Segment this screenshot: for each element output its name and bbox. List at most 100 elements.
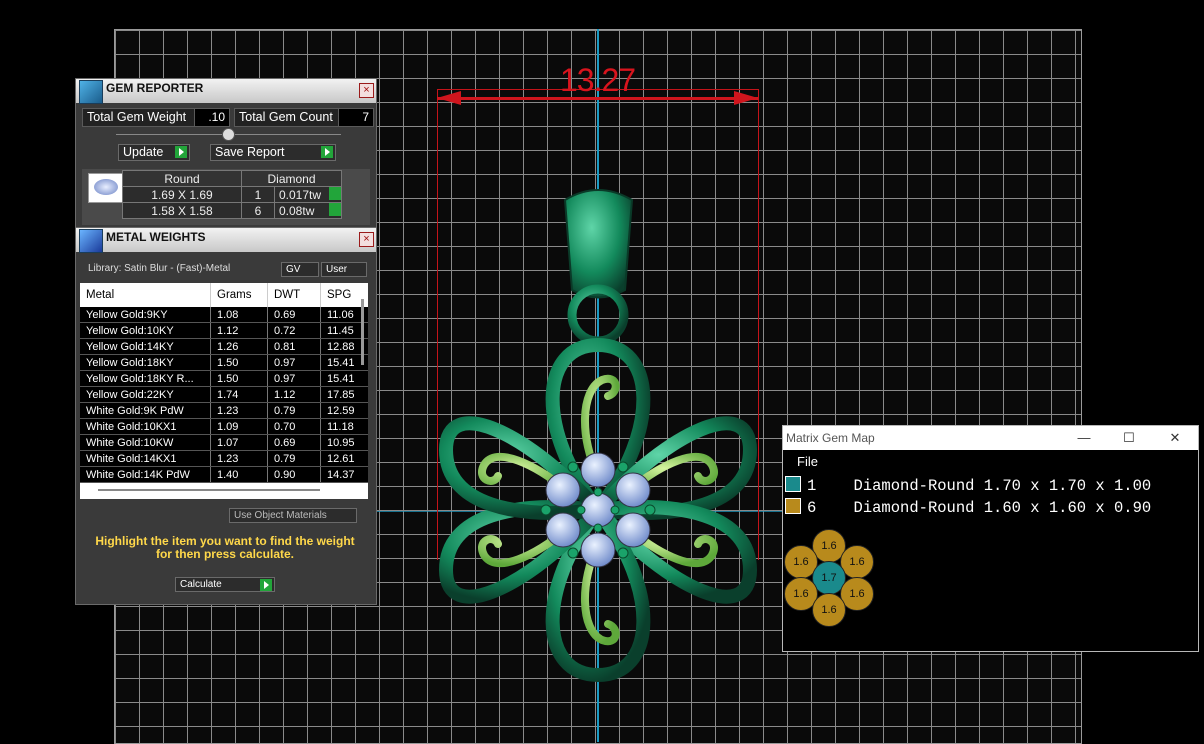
cell-grams: 1.50 bbox=[210, 370, 268, 387]
cell-dwt: 0.79 bbox=[267, 402, 321, 419]
save-report-label: Save Report bbox=[215, 145, 285, 159]
column-header-grams[interactable]: Grams bbox=[210, 283, 268, 307]
file-menu[interactable]: File bbox=[797, 454, 818, 469]
cell-grams: 1.23 bbox=[210, 402, 268, 419]
cell-spg: 11.18 bbox=[320, 418, 368, 435]
cell-grams: 1.26 bbox=[210, 338, 268, 355]
total-gem-count-value: 7 bbox=[338, 108, 374, 127]
cell-dwt: 0.97 bbox=[267, 354, 321, 371]
table-header: Metal Grams DWT SPG bbox=[80, 283, 368, 307]
table-row[interactable]: White Gold:14KX1 1.23 0.79 12.61 bbox=[80, 450, 368, 467]
cell-grams: 1.12 bbox=[210, 322, 268, 339]
gem-map-desc: Diamond-Round 1.60 x 1.60 x 0.90 bbox=[853, 499, 1152, 517]
cell-grams: 1.07 bbox=[210, 434, 268, 451]
update-button[interactable]: Update bbox=[118, 144, 190, 161]
cell-spg: 10.95 bbox=[320, 434, 368, 451]
cell-spg: 12.61 bbox=[320, 450, 368, 467]
user-toggle[interactable]: User bbox=[321, 262, 367, 277]
cell-metal: Yellow Gold:18KY R... bbox=[80, 370, 211, 387]
table-row[interactable]: Yellow Gold:9KY 1.08 0.69 11.06 bbox=[80, 307, 368, 323]
gem-size: 1.58 X 1.58 bbox=[122, 202, 242, 219]
cell-metal: Yellow Gold:18KY bbox=[80, 354, 211, 371]
cell-dwt: 0.69 bbox=[267, 434, 321, 451]
cell-metal: White Gold:10KW bbox=[80, 434, 211, 451]
swatch-gold bbox=[785, 498, 801, 514]
round-gem-icon bbox=[88, 173, 124, 203]
update-label: Update bbox=[123, 145, 164, 159]
close-icon[interactable]: ✕ bbox=[1166, 429, 1184, 447]
cell-dwt: 0.72 bbox=[267, 322, 321, 339]
maximize-icon[interactable]: ☐ bbox=[1120, 429, 1138, 447]
table-row[interactable]: Yellow Gold:22KY 1.74 1.12 17.85 bbox=[80, 386, 368, 403]
material-header: Diamond bbox=[241, 170, 342, 187]
cell-dwt: 0.79 bbox=[267, 450, 321, 467]
play-icon[interactable] bbox=[329, 203, 341, 216]
cell-dwt: 1.12 bbox=[267, 386, 321, 403]
cell-spg: 14.37 bbox=[320, 466, 368, 483]
cell-grams: 1.40 bbox=[210, 466, 268, 483]
cell-metal: Yellow Gold:22KY bbox=[80, 386, 211, 403]
close-icon[interactable]: × bbox=[359, 232, 374, 247]
gem-map-menubar: File bbox=[783, 450, 1198, 472]
play-icon bbox=[321, 146, 333, 158]
total-gem-weight-value: .10 bbox=[194, 108, 230, 127]
gem-count: 1 bbox=[241, 186, 275, 203]
table-row[interactable]: White Gold:14K PdW 1.40 0.90 14.37 bbox=[80, 466, 368, 483]
cell-metal: White Gold:14K PdW bbox=[80, 466, 211, 483]
gem-map-entry[interactable]: 6 Diamond-Round 1.60 x 1.60 x 0.90 bbox=[785, 498, 1152, 517]
metal-weights-title: METAL WEIGHTS bbox=[106, 230, 206, 244]
cell-metal: Yellow Gold:9KY bbox=[80, 307, 211, 323]
flower-pendant-model[interactable] bbox=[430, 180, 770, 695]
cell-dwt: 0.69 bbox=[267, 307, 321, 323]
play-icon[interactable] bbox=[329, 187, 341, 200]
play-icon bbox=[260, 579, 272, 591]
gem-reporter-titlebar[interactable]: GEM REPORTER × bbox=[76, 79, 376, 104]
close-icon[interactable]: × bbox=[359, 83, 374, 98]
gem-map-entry[interactable]: 1 Diamond-Round 1.70 x 1.70 x 1.00 bbox=[785, 476, 1152, 495]
gem-map-desc: Diamond-Round 1.70 x 1.70 x 1.00 bbox=[853, 477, 1152, 495]
minimize-icon[interactable]: — bbox=[1075, 429, 1093, 447]
total-gem-weight-label: Total Gem Weight bbox=[82, 108, 195, 127]
gem-map-titlebar[interactable]: Matrix Gem Map — ☐ ✕ bbox=[783, 426, 1198, 450]
dimension-label: 13.27 bbox=[560, 62, 636, 98]
column-header-metal[interactable]: Metal bbox=[80, 283, 211, 307]
gem-dot[interactable]: 1.6 bbox=[812, 593, 846, 627]
gem-reporter-title: GEM REPORTER bbox=[106, 81, 204, 95]
table-row[interactable]: White Gold:9K PdW 1.23 0.79 12.59 bbox=[80, 402, 368, 419]
cell-metal: White Gold:14KX1 bbox=[80, 450, 211, 467]
gem-map-count: 1 bbox=[807, 477, 817, 495]
gem-size: 1.69 X 1.69 bbox=[122, 186, 242, 203]
use-object-materials-checkbox[interactable]: Use Object Materials bbox=[229, 508, 357, 523]
cell-grams: 1.09 bbox=[210, 418, 268, 435]
calculate-button[interactable]: Calculate bbox=[175, 577, 275, 592]
horizontal-scrollbar[interactable] bbox=[98, 489, 320, 491]
gem-map-body: 1 Diamond-Round 1.70 x 1.70 x 1.00 6 Dia… bbox=[783, 472, 1198, 651]
scrollbar[interactable] bbox=[361, 299, 364, 365]
cell-metal: White Gold:10KX1 bbox=[80, 418, 211, 435]
swatch-teal bbox=[785, 476, 801, 492]
cell-spg: 15.41 bbox=[320, 370, 368, 387]
table-row[interactable]: White Gold:10KW 1.07 0.69 10.95 bbox=[80, 434, 368, 451]
gem-map-title: Matrix Gem Map bbox=[786, 431, 875, 445]
cell-spg: 12.59 bbox=[320, 402, 368, 419]
gv-toggle[interactable]: GV bbox=[281, 262, 319, 277]
column-header-dwt[interactable]: DWT bbox=[267, 283, 321, 307]
table-row[interactable]: Yellow Gold:18KY 1.50 0.97 15.41 bbox=[80, 354, 368, 371]
table-row[interactable]: Yellow Gold:10KY 1.12 0.72 11.45 bbox=[80, 322, 368, 339]
table-row[interactable]: 1.69 X 1.69 1 0.017tw bbox=[122, 186, 342, 203]
metal-weights-table[interactable]: Metal Grams DWT SPG Yellow Gold:9KY 1.08 0… bbox=[80, 283, 368, 499]
shape-header: Round bbox=[122, 170, 242, 187]
metal-weights-titlebar[interactable]: METAL WEIGHTS × bbox=[76, 228, 376, 253]
cell-grams: 1.50 bbox=[210, 354, 268, 371]
table-row[interactable]: Yellow Gold:18KY R... 1.50 0.97 15.41 bbox=[80, 370, 368, 387]
total-gem-count-label: Total Gem Count bbox=[234, 108, 344, 127]
save-report-button[interactable]: Save Report bbox=[210, 144, 336, 161]
gem-reporter-icon bbox=[79, 80, 103, 104]
table-row[interactable]: White Gold:10KX1 1.09 0.70 11.18 bbox=[80, 418, 368, 435]
cell-dwt: 0.97 bbox=[267, 370, 321, 387]
table-row[interactable]: 1.58 X 1.58 6 0.08tw bbox=[122, 202, 342, 219]
slider-handle[interactable] bbox=[222, 128, 235, 141]
cell-grams: 1.74 bbox=[210, 386, 268, 403]
table-row[interactable]: Yellow Gold:14KY 1.26 0.81 12.88 bbox=[80, 338, 368, 355]
matrix-gem-map-window: Matrix Gem Map — ☐ ✕ File 1 Diamond-Roun… bbox=[782, 425, 1199, 652]
